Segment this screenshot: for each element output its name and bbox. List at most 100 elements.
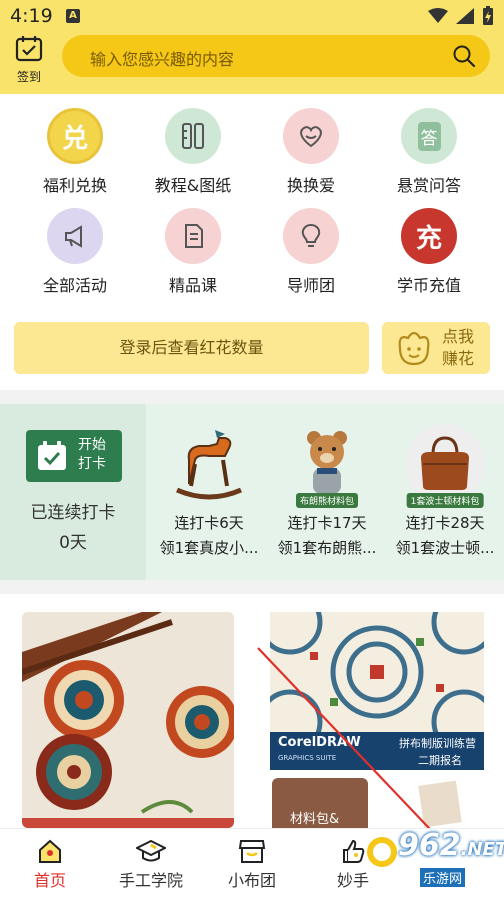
reward-card[interactable]: 连打卡6天 领1套真皮小... <box>150 424 268 558</box>
start-checkin-text: 开始 打卡 <box>78 436 106 474</box>
checkin-label: 签到 <box>16 70 41 84</box>
reward-tag: 1套波士顿材料包 <box>406 493 484 508</box>
signal-icon <box>456 8 474 24</box>
home-icon <box>39 839 61 863</box>
grid-item-label: 福利兑换 <box>42 176 107 195</box>
lightbulb-icon <box>283 208 339 264</box>
answer-glyph: 答 <box>417 121 441 151</box>
grid-item-tutorials[interactable]: 教程&图纸 <box>133 108 253 196</box>
feature-grid: 兑 福利兑换 教程&图纸 换换爱 答 悬赏问答 全部活动 精品课 导师团 充 学… <box>0 94 504 390</box>
grid-item-label: 精品课 <box>168 276 217 295</box>
handbag-image: 1套波士顿材料包 <box>405 424 485 508</box>
megaphone-icon <box>47 208 103 264</box>
search-icon[interactable] <box>452 44 476 68</box>
feed-card-coreldraw-course[interactable]: CorelDRAW GRAPHICS SUITE 拼布制版训练营 二期报名 <box>270 612 484 770</box>
grid-item-premium-course[interactable]: 精品课 <box>133 208 253 296</box>
reward-card[interactable]: 1套波士顿材料包 连打卡28天 领1套波士顿... <box>386 424 504 558</box>
reward-days: 连打卡17天 <box>287 514 367 532</box>
reward-gift: 领1套布朗熊... <box>277 539 377 557</box>
heart-icon <box>283 108 339 164</box>
material-pack-text: 材料包& <box>290 812 340 827</box>
start-checkin-line1: 开始 <box>78 437 106 453</box>
start-checkin-line2: 打卡 <box>78 456 106 472</box>
tab-cloth-group[interactable]: 小布团 <box>202 837 302 891</box>
feed-card-embroidery[interactable] <box>22 612 234 828</box>
embroidery-photo <box>22 612 234 828</box>
grid-item-label: 导师团 <box>286 276 335 295</box>
battery-icon <box>483 6 493 25</box>
grid-item-swap-love[interactable]: 换换爱 <box>251 108 371 196</box>
reward-tag: 布朗熊材料包 <box>295 493 359 508</box>
course-subtitle: 二期报名 <box>418 754 462 767</box>
app-notification-icon: A <box>66 9 80 23</box>
grid-item-mentor-team[interactable]: 导师团 <box>251 208 371 296</box>
earn-flower-line2: 赚花 <box>442 349 475 368</box>
coreldraw-subtitle: GRAPHICS SUITE <box>278 754 337 762</box>
login-banner[interactable]: 登录后查看红花数量 <box>14 322 369 374</box>
wifi-icon <box>428 8 448 23</box>
course-banner: CorelDRAW GRAPHICS SUITE 拼布制版训练营 二期报名 <box>270 732 484 770</box>
grid-item-bounty-qa[interactable]: 答 悬赏问答 <box>369 108 489 196</box>
thumbs-up-icon <box>343 839 365 863</box>
answer-icon: 答 <box>401 108 457 164</box>
coreldraw-title: CorelDRAW <box>278 735 361 750</box>
flower-icon <box>398 331 430 366</box>
status-bar: 4:19 A <box>0 0 504 32</box>
grid-item-label: 悬赏问答 <box>396 176 461 195</box>
exchange-glyph: 兑 <box>61 123 88 154</box>
search-bar[interactable]: 输入您感兴趣的内容 <box>62 35 490 77</box>
feed-card-material-pack[interactable]: 材料包& <box>272 778 368 828</box>
recharge-icon: 充 <box>401 208 457 264</box>
checkin-summary: 开始 打卡 已连续打卡 0天 <box>0 404 146 580</box>
feed-card-photo[interactable] <box>414 777 466 831</box>
calendar-check-icon <box>38 441 66 470</box>
start-checkin-button[interactable]: 开始 打卡 <box>26 430 122 482</box>
grid-item-label: 教程&图纸 <box>154 176 232 195</box>
search-placeholder: 输入您感兴趣的内容 <box>90 50 235 69</box>
earn-flower-line1: 点我 <box>442 327 475 346</box>
graduation-cap-icon <box>136 839 166 862</box>
rocking-horse-image <box>169 424 249 504</box>
streak-label: 已连续打卡 <box>30 503 116 523</box>
grid-item-label: 学币充值 <box>396 276 461 295</box>
tab-label: 首页 <box>33 871 66 890</box>
grid-item-label: 全部活动 <box>42 276 107 295</box>
document-icon <box>165 208 221 264</box>
watermark-site: 乐游网 <box>420 868 466 887</box>
streak-days: 0天 <box>59 533 87 553</box>
earn-flower-text: 点我 赚花 <box>442 326 474 370</box>
reward-days: 连打卡28天 <box>405 514 485 532</box>
reward-days: 连打卡6天 <box>174 514 244 532</box>
watermark-logo-icon <box>367 837 397 867</box>
watermark-number-suffix: .NET <box>460 839 504 860</box>
calendar-check-icon <box>15 36 43 62</box>
bear-image: 布朗熊材料包 <box>287 424 367 508</box>
watermark-number-digits: 962 <box>398 828 461 863</box>
earn-flower-button[interactable]: 点我 赚花 <box>382 322 490 374</box>
recharge-glyph: 充 <box>415 223 442 254</box>
status-icons <box>428 6 494 26</box>
reward-gift: 领1套波士顿... <box>395 539 495 557</box>
quilt-pattern-image <box>270 612 484 755</box>
ruler-icon <box>165 108 221 164</box>
tab-home[interactable]: 首页 <box>0 837 100 891</box>
checkin-button[interactable]: 签到 <box>12 34 46 84</box>
reward-card[interactable]: 布朗熊材料包 连打卡17天 领1套布朗熊... <box>268 424 386 558</box>
grid-item-coin-recharge[interactable]: 充 学币充值 <box>369 208 489 296</box>
checkin-section: 开始 打卡 已连续打卡 0天 连打卡6天 领1套真皮小... 布朗熊材料包 连打… <box>0 404 504 580</box>
tab-craft-academy[interactable]: 手工学院 <box>101 837 201 891</box>
grid-item-welfare-exchange[interactable]: 兑 福利兑换 <box>15 108 135 196</box>
tab-label: 手工学院 <box>118 871 183 890</box>
streak-counter: 已连续打卡 0天 <box>0 498 146 558</box>
reward-gift: 领1套真皮小... <box>159 539 259 557</box>
watermark-number: 962.NET <box>398 828 504 863</box>
site-watermark: 962.NET 乐游网 <box>364 826 504 892</box>
feed: CorelDRAW GRAPHICS SUITE 拼布制版训练营 二期报名 材料… <box>0 594 504 831</box>
tab-label: 小布团 <box>227 871 276 890</box>
grid-item-label: 换换爱 <box>286 176 335 195</box>
exchange-icon: 兑 <box>47 108 103 164</box>
shop-icon <box>238 840 266 863</box>
header: 4:19 A 签到 输入您感兴趣的内容 <box>0 0 504 94</box>
grid-item-all-activities[interactable]: 全部活动 <box>15 208 135 296</box>
course-title: 拼布制版训练营 <box>399 737 476 750</box>
